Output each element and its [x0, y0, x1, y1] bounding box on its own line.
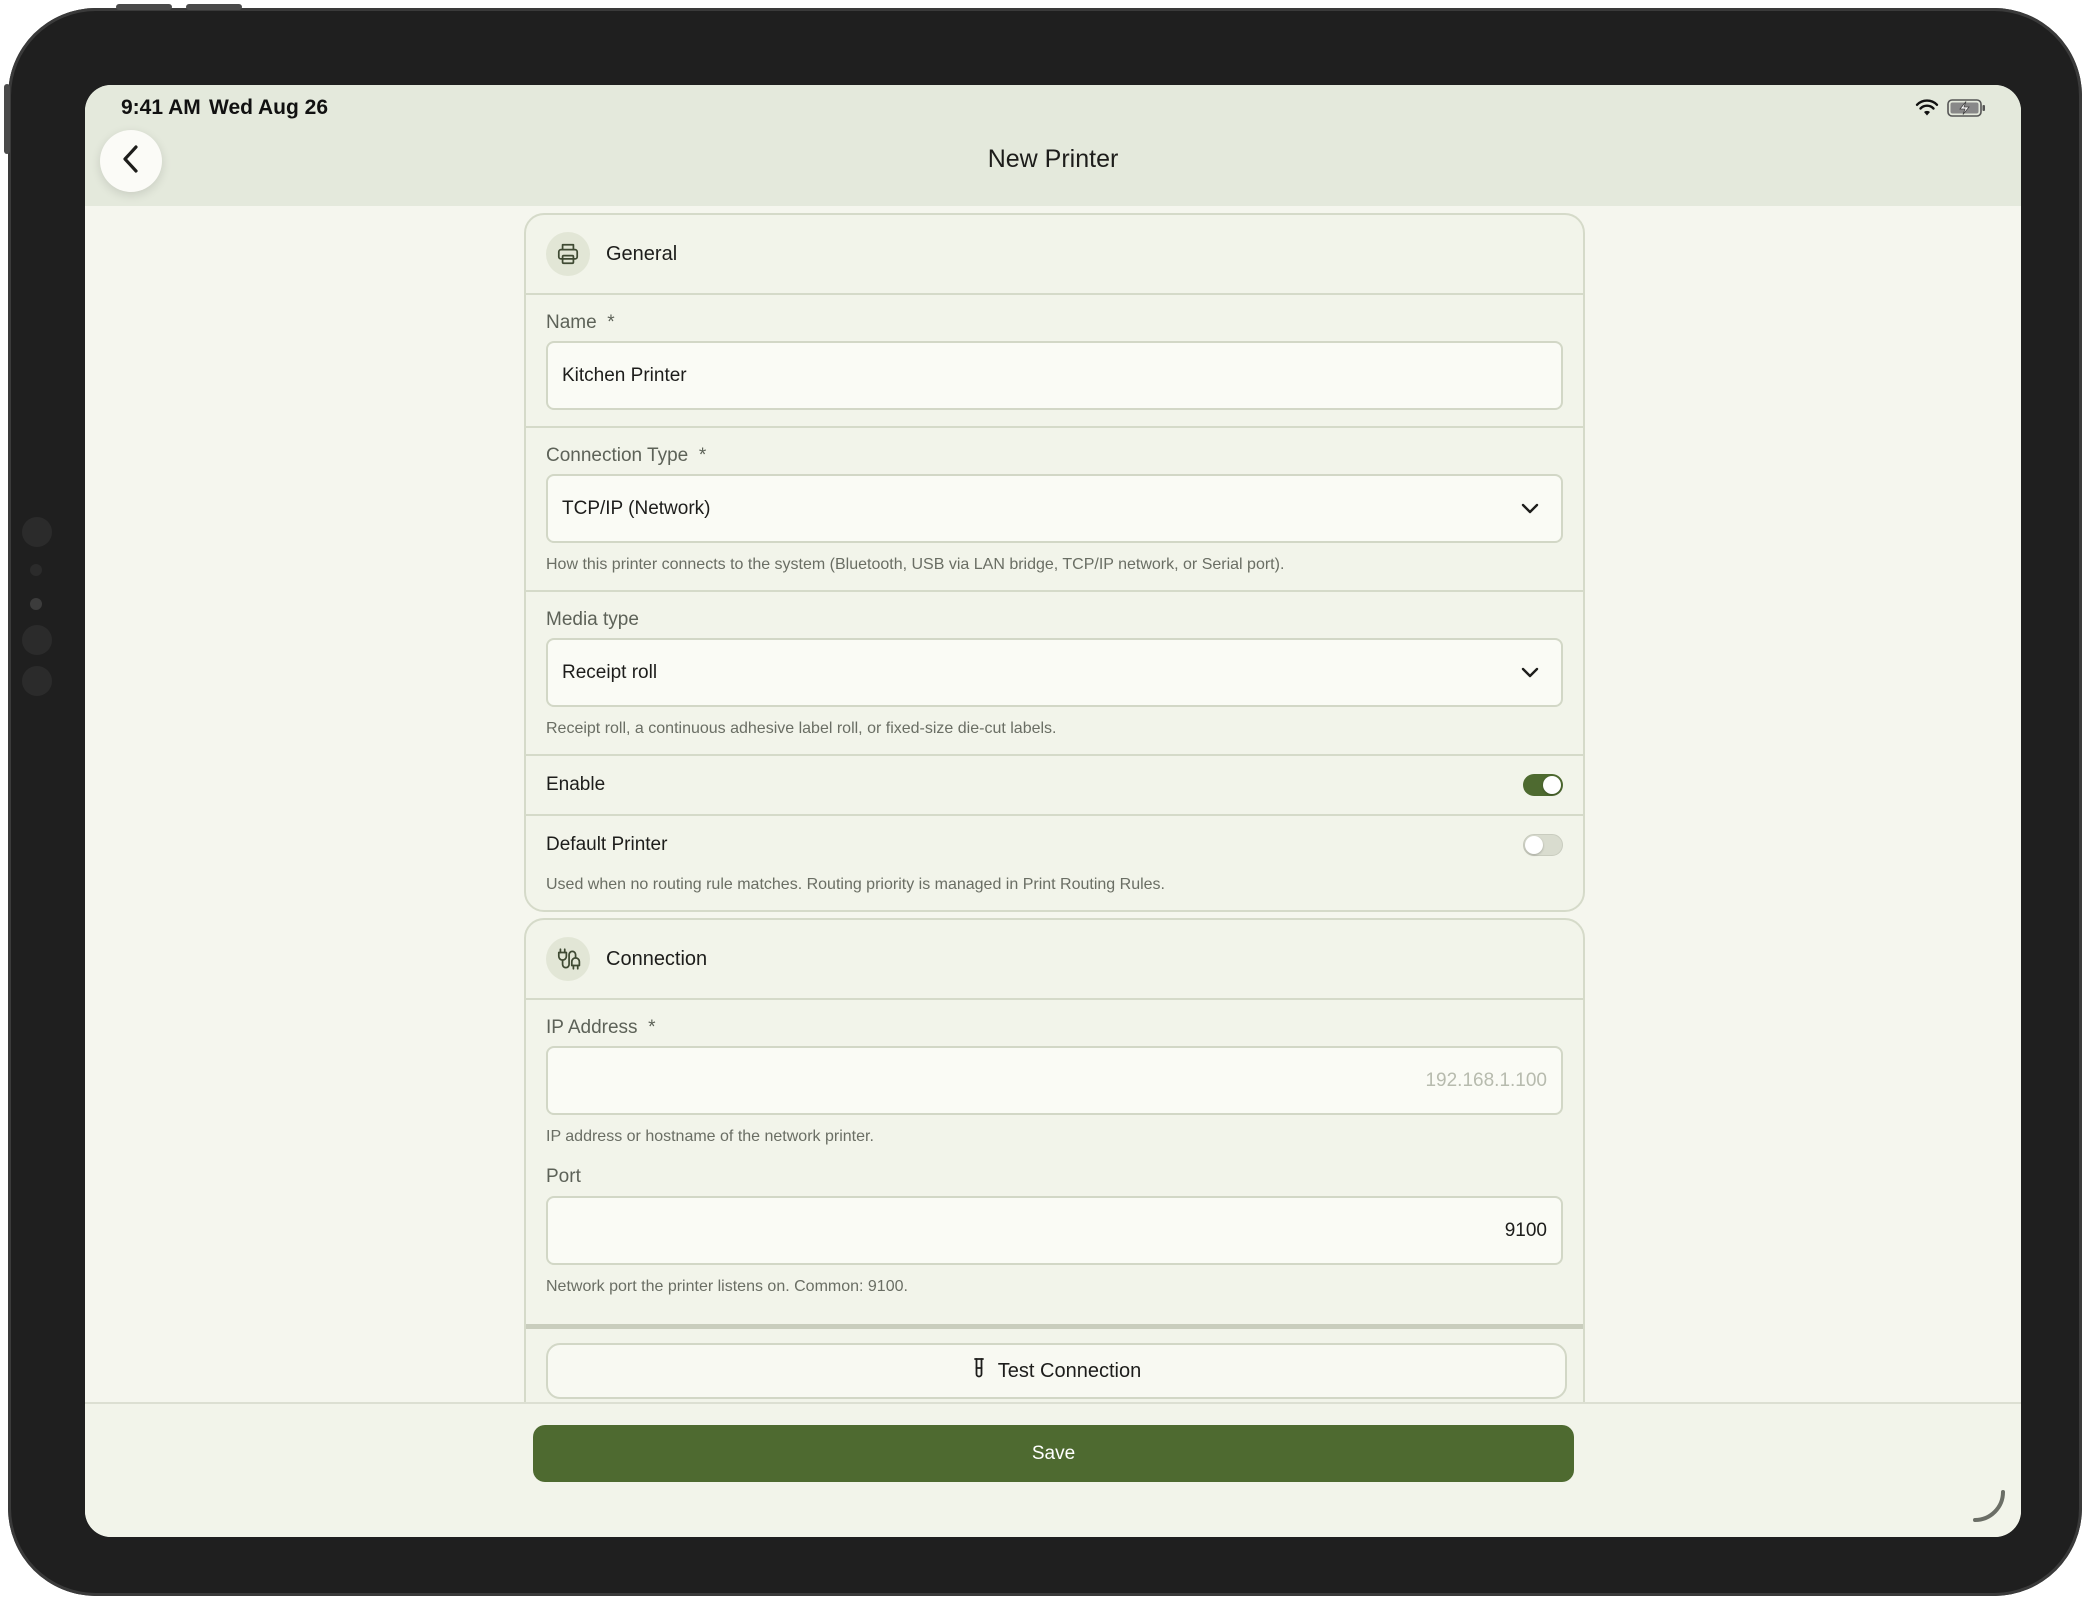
media-type-section: Media type Receipt roll Receipt roll, a … — [526, 592, 1583, 756]
chevron-down-icon — [1521, 667, 1539, 679]
connection-type-help: How this printer connects to the system … — [546, 556, 1285, 573]
enable-section: Enable — [526, 756, 1583, 816]
side-button — [4, 84, 10, 154]
wifi-icon — [1915, 99, 1939, 122]
tablet-frame: 9:41 AM Wed Aug 26 New Printer General N… — [4, 4, 2082, 1596]
general-card-header: General — [526, 215, 1583, 295]
screen: 9:41 AM Wed Aug 26 New Printer General N… — [85, 85, 2021, 1537]
port-section: Port 9100 Network port the printer liste… — [526, 1162, 1583, 1312]
connection-type-select[interactable]: TCP/IP (Network) — [546, 474, 1563, 543]
test-connection-label: Test Connection — [997, 1359, 1142, 1382]
page-title: New Printer — [987, 145, 1119, 173]
printer-icon — [546, 232, 590, 276]
status-time: 9:41 AM — [121, 96, 201, 119]
test-connection-button[interactable]: Test Connection — [546, 1343, 1567, 1399]
name-input[interactable]: Kitchen Printer — [546, 341, 1563, 410]
media-type-select[interactable]: Receipt roll — [546, 638, 1563, 707]
sensor-dot — [30, 564, 42, 576]
save-button[interactable]: Save — [533, 1425, 1574, 1482]
plug-cable-icon — [546, 937, 590, 981]
port-label: Port — [546, 1166, 581, 1187]
camera-dot — [22, 517, 52, 547]
port-value: 9100 — [1504, 1219, 1547, 1241]
enable-row: Enable — [546, 756, 1563, 814]
status-icons — [1915, 98, 1987, 123]
general-card: General Name * Kitchen Printer Connectio… — [524, 213, 1585, 912]
media-type-label: Media type — [546, 609, 639, 630]
connection-type-label: Connection Type * — [546, 445, 707, 466]
name-section: Name * Kitchen Printer — [526, 295, 1583, 428]
default-printer-label: Default Printer — [546, 834, 668, 855]
top-button — [116, 4, 172, 10]
camera-dot — [22, 666, 52, 696]
name-label: Name * — [546, 312, 615, 333]
connection-card: Connection IP Address * 192.168.1.100 IP… — [524, 918, 1585, 1402]
general-card-title: General — [606, 242, 678, 265]
toggle-knob — [1543, 776, 1561, 794]
save-label: Save — [1031, 1442, 1076, 1464]
name-value: Kitchen Printer — [562, 364, 687, 386]
camera-dot — [22, 625, 52, 655]
connection-type-section: Connection Type * TCP/IP (Network) How t… — [526, 428, 1583, 592]
enable-toggle[interactable] — [1523, 774, 1563, 796]
toggle-knob — [1525, 836, 1543, 854]
ip-address-help: IP address or hostname of the network pr… — [546, 1128, 874, 1145]
ip-address-input[interactable]: 192.168.1.100 — [546, 1046, 1563, 1115]
form-scroll-area[interactable]: General Name * Kitchen Printer Connectio… — [85, 206, 2021, 1402]
ip-address-section: IP Address * 192.168.1.100 IP address or… — [526, 1000, 1583, 1162]
resize-corner-icon — [1971, 1488, 2007, 1529]
connection-card-header: Connection — [526, 920, 1583, 1000]
top-button — [186, 4, 242, 10]
ip-address-label: IP Address * — [546, 1017, 656, 1038]
section-divider — [526, 1324, 1583, 1329]
connection-type-value: TCP/IP (Network) — [562, 497, 711, 519]
media-type-help: Receipt roll, a continuous adhesive labe… — [546, 720, 1057, 737]
default-printer-section: Default Printer Used when no routing rul… — [526, 816, 1583, 910]
media-type-value: Receipt roll — [562, 661, 658, 683]
sensor-dot — [30, 598, 42, 610]
battery-charging-icon — [1947, 98, 1987, 123]
port-input[interactable]: 9100 — [546, 1196, 1563, 1265]
default-printer-toggle[interactable] — [1523, 834, 1563, 856]
navigation-bar: 9:41 AM Wed Aug 26 New Printer — [85, 85, 2021, 206]
bottom-action-bar: Save — [85, 1402, 2021, 1537]
default-printer-row: Default Printer — [546, 816, 1563, 874]
status-date: Wed Aug 26 — [209, 96, 329, 119]
connection-card-title: Connection — [606, 947, 708, 970]
ip-address-placeholder: 192.168.1.100 — [1425, 1069, 1547, 1091]
test-tube-icon — [972, 1357, 986, 1385]
port-help: Network port the printer listens on. Com… — [546, 1278, 908, 1295]
default-printer-help: Used when no routing rule matches. Routi… — [546, 876, 1165, 893]
chevron-down-icon — [1521, 503, 1539, 515]
enable-label: Enable — [546, 774, 606, 795]
